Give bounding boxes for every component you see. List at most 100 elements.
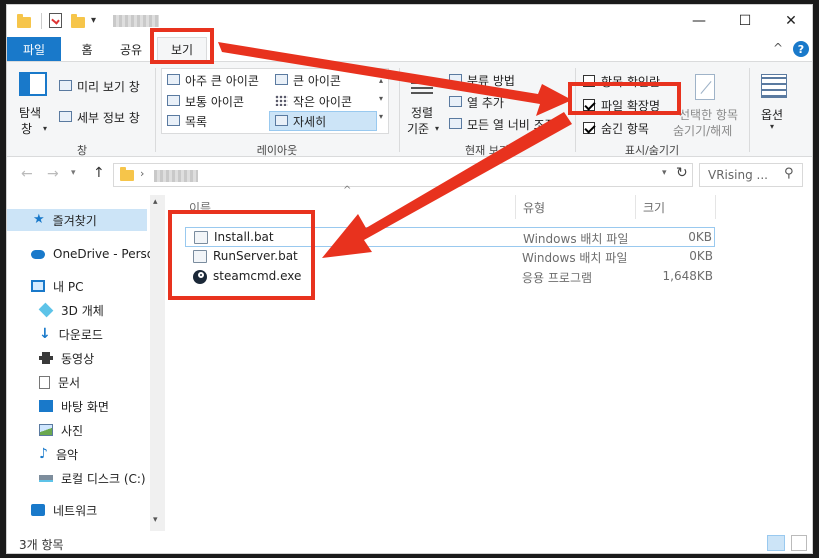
options-icon bbox=[761, 74, 787, 98]
small-icons-icon bbox=[275, 95, 288, 106]
column-header-size[interactable]: 크기 bbox=[643, 195, 665, 219]
toolbar-divider bbox=[41, 13, 42, 29]
hide-selected-label-2[interactable]: 숨기기/해제 bbox=[673, 122, 732, 139]
help-icon[interactable]: ? bbox=[793, 41, 809, 57]
tab-file[interactable]: 파일 bbox=[7, 37, 61, 61]
large-icons-toggle-icon[interactable] bbox=[791, 535, 807, 551]
nav-pictures[interactable]: 사진 bbox=[39, 419, 83, 441]
maximize-button[interactable]: ☐ bbox=[722, 5, 768, 37]
layout-medium-icons[interactable]: 보통 아이콘 bbox=[185, 93, 244, 110]
nav-quick-access[interactable]: ★ 즐겨찾기 bbox=[7, 209, 147, 231]
sort-indicator-icon: ^ bbox=[343, 185, 352, 196]
address-bar[interactable]: › ▾ ↻ bbox=[113, 163, 693, 187]
minimize-button[interactable]: — bbox=[676, 5, 722, 37]
recent-locations-icon[interactable]: ▾ bbox=[71, 168, 76, 178]
column-divider[interactable] bbox=[635, 195, 636, 219]
file-type: 응용 프로그램 bbox=[522, 271, 593, 285]
nav-onedrive[interactable]: OneDrive - Person bbox=[31, 243, 162, 265]
column-divider[interactable] bbox=[715, 195, 716, 219]
breadcrumb-redacted[interactable] bbox=[154, 170, 198, 182]
column-divider[interactable] bbox=[515, 195, 516, 219]
search-icon[interactable]: ⚲ bbox=[784, 166, 794, 181]
ribbon-separator bbox=[155, 68, 156, 152]
tab-home[interactable]: 홈 bbox=[67, 37, 107, 61]
details-view-toggle-icon[interactable] bbox=[767, 535, 785, 551]
hide-selected-icon bbox=[695, 74, 715, 100]
preview-pane-button[interactable]: 미리 보기 창 bbox=[77, 78, 140, 95]
nav-3d-objects[interactable]: 3D 개체 bbox=[38, 299, 104, 321]
navigation-pane-label-2[interactable]: 창 bbox=[21, 120, 32, 137]
layout-small-icons[interactable]: 작은 아이콘 bbox=[293, 93, 352, 110]
new-folder-icon[interactable] bbox=[71, 14, 85, 28]
add-columns-button[interactable]: 열 추가 bbox=[467, 94, 504, 111]
cloud-icon bbox=[31, 249, 45, 259]
scroll-down-icon[interactable]: ▾ bbox=[153, 515, 158, 525]
customize-quick-access-icon[interactable]: ▾ bbox=[91, 15, 96, 26]
navigation-pane-label-1[interactable]: 탐색 bbox=[19, 104, 41, 121]
hide-selected-label-1[interactable]: 선택한 항목 bbox=[679, 106, 738, 123]
nav-scrollbar[interactable]: ▴ ▾ bbox=[150, 195, 165, 531]
nav-music[interactable]: ♪ 음악 bbox=[39, 443, 78, 465]
layout-large-icons[interactable]: 큰 아이콘 bbox=[293, 72, 341, 89]
layout-list[interactable]: 목록 bbox=[185, 113, 207, 130]
scroll-up-icon[interactable]: ▴ bbox=[153, 197, 158, 207]
details-pane-icon bbox=[59, 111, 72, 122]
folder-icon bbox=[17, 14, 31, 28]
back-arrow-icon[interactable]: ← bbox=[21, 166, 33, 182]
desktop-icon bbox=[39, 400, 53, 412]
gallery-scroll-icon[interactable]: ▴ ▾ ▾ bbox=[379, 72, 383, 126]
navigation-pane: ★ 즐겨찾기 OneDrive - Person 내 PC 3D 개체 ↓ 다운… bbox=[7, 195, 165, 531]
column-header-type[interactable]: 유형 bbox=[523, 195, 545, 219]
nav-downloads[interactable]: ↓ 다운로드 bbox=[39, 323, 103, 345]
nav-label: 사진 bbox=[61, 423, 84, 438]
details-pane-button[interactable]: 세부 정보 창 bbox=[77, 109, 140, 126]
address-dropdown-icon[interactable]: ▾ bbox=[662, 168, 667, 178]
sort-by-label-2[interactable]: 기준 bbox=[407, 120, 429, 137]
picture-icon bbox=[39, 424, 53, 436]
ribbon-separator bbox=[749, 68, 750, 152]
current-view-group-label: 현재 보기 bbox=[465, 144, 509, 157]
breadcrumb-separator-icon[interactable]: › bbox=[140, 167, 144, 180]
size-columns-icon bbox=[449, 118, 462, 129]
ribbon-tabs: 파일 홈 공유 보기 ^ ? bbox=[7, 37, 812, 61]
search-input[interactable]: VRising ... bbox=[708, 168, 768, 182]
computer-icon bbox=[31, 280, 45, 292]
explorer-window: ▾ — ☐ ✕ 파일 홈 공유 보기 ^ ? 탐색 창 ▾ 미리 보기 창 세부… bbox=[6, 4, 813, 554]
folder-icon bbox=[120, 167, 134, 181]
nav-label: 내 PC bbox=[53, 279, 84, 294]
hidden-items-label[interactable]: 숨긴 항목 bbox=[601, 120, 649, 137]
layout-extra-large-icons[interactable]: 아주 큰 아이콘 bbox=[185, 72, 259, 89]
nav-videos[interactable]: 동영상 bbox=[39, 347, 94, 369]
tab-share[interactable]: 공유 bbox=[111, 37, 151, 61]
refresh-icon[interactable]: ↻ bbox=[676, 165, 688, 181]
extra-large-icons-icon bbox=[167, 74, 180, 85]
layout-details[interactable]: 자세히 bbox=[293, 113, 326, 130]
chevron-down-icon: ▾ bbox=[435, 124, 440, 133]
nav-local-disk[interactable]: 로컬 디스크 (C:) bbox=[39, 467, 146, 489]
nav-label: 다운로드 bbox=[58, 327, 103, 342]
hidden-items-checkbox[interactable] bbox=[583, 122, 595, 134]
options-button[interactable]: 옵션 bbox=[761, 106, 783, 123]
nav-desktop[interactable]: 바탕 화면 bbox=[39, 395, 109, 417]
navigation-pane-icon[interactable] bbox=[19, 72, 47, 96]
file-type: Windows 배치 파일 bbox=[522, 251, 628, 265]
nav-documents[interactable]: 문서 bbox=[39, 371, 80, 393]
group-by-button[interactable]: 분류 방법 bbox=[467, 72, 515, 89]
size-all-columns-button[interactable]: 모든 열 너비 조정 bbox=[467, 116, 556, 133]
search-box[interactable]: VRising ... ⚲ bbox=[699, 163, 803, 187]
nav-this-pc[interactable]: 내 PC bbox=[31, 275, 83, 297]
pane-group-label: 창 bbox=[76, 144, 88, 157]
network-icon bbox=[31, 504, 45, 516]
nav-network[interactable]: 네트워크 bbox=[31, 499, 97, 521]
nav-label: 즐겨찾기 bbox=[52, 213, 97, 228]
up-arrow-icon[interactable]: ↑ bbox=[93, 165, 105, 181]
file-size: 0KB bbox=[689, 249, 713, 263]
forward-arrow-icon[interactable]: → bbox=[47, 166, 59, 182]
close-button[interactable]: ✕ bbox=[768, 5, 812, 37]
properties-icon[interactable] bbox=[49, 13, 62, 28]
sort-by-label-1[interactable]: 정렬 bbox=[411, 104, 433, 121]
details-view-icon bbox=[275, 115, 288, 126]
nav-label: 3D 개체 bbox=[61, 303, 104, 318]
collapse-ribbon-icon[interactable]: ^ bbox=[773, 41, 783, 55]
annotation-box-file-extensions bbox=[568, 82, 681, 115]
